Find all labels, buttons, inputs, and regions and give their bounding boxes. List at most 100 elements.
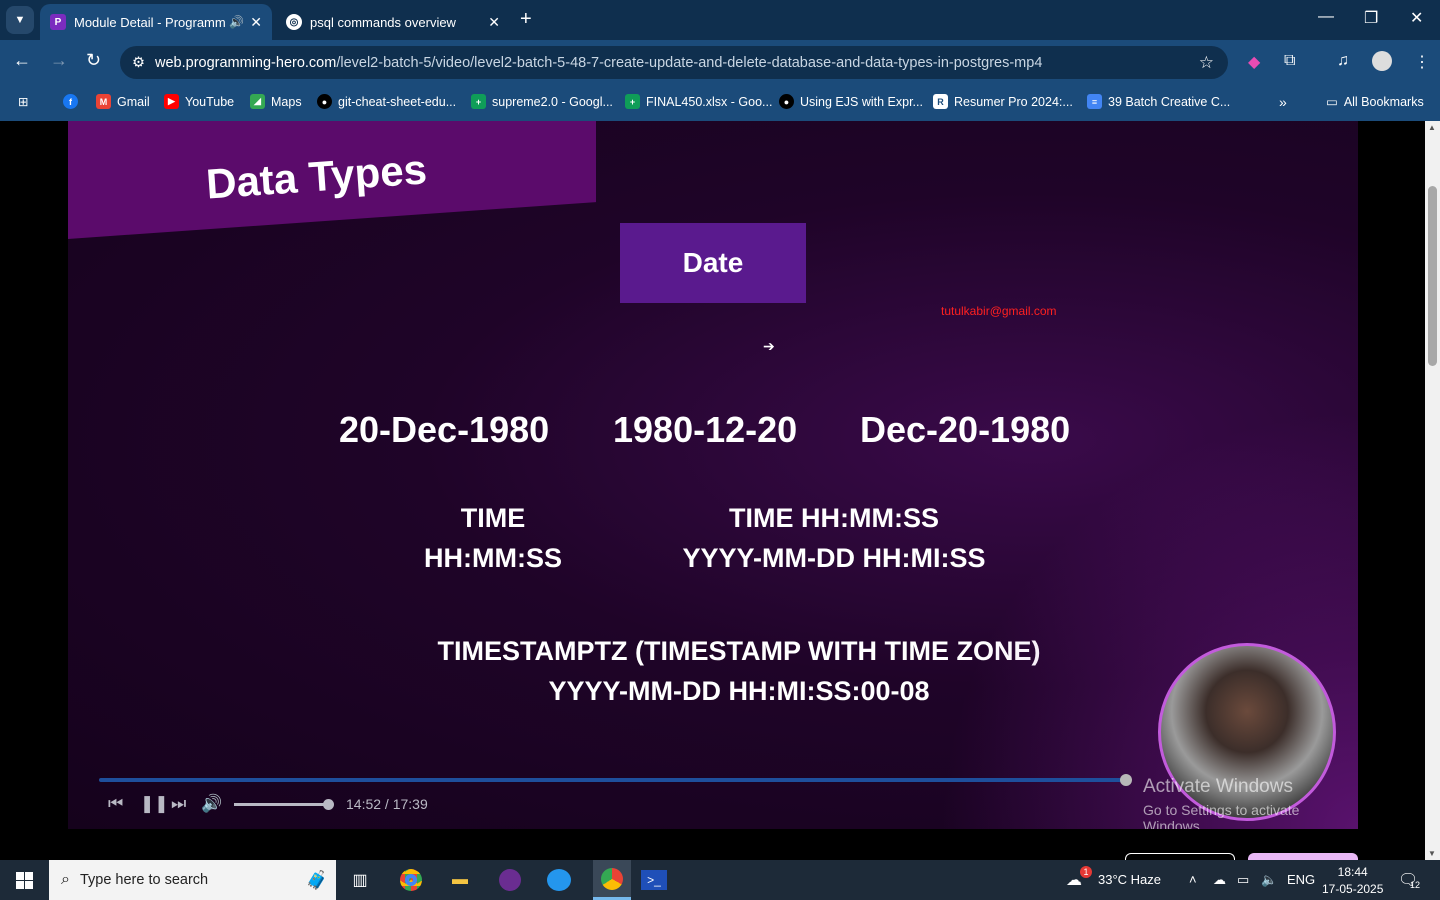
site-settings-icon[interactable]: ⚙ [132, 55, 145, 71]
bookmark-label: Resumer Pro 2024:... [954, 94, 1073, 109]
pause-icon[interactable]: ❚❚ [140, 794, 169, 814]
volume-icon[interactable]: 🔊 [201, 794, 222, 814]
next-icon[interactable]: ⏭ [171, 794, 186, 814]
clock-date: 17-05-2025 [1322, 882, 1384, 896]
extension-icon[interactable]: ◆ [1248, 52, 1260, 72]
bookmark-star-icon[interactable]: ☆ [1199, 53, 1214, 73]
page-button-outline[interactable] [1125, 853, 1235, 860]
puzzle-icon[interactable]: ⧉ [1284, 52, 1295, 70]
network-icon[interactable]: ▭ [1237, 872, 1249, 888]
onedrive-icon[interactable]: ☁ [1213, 872, 1226, 888]
close-tab-icon[interactable]: ✕ [250, 14, 262, 31]
apps-grid-icon[interactable]: ⊞ [18, 94, 28, 109]
facebook-icon[interactable]: f [63, 94, 84, 109]
windows-logo-icon [15, 871, 33, 889]
docker-icon[interactable] [545, 866, 573, 894]
weather-badge: 1 [1080, 866, 1092, 878]
tab-psql-commands[interactable]: ◎ psql commands overview ✕ [276, 4, 510, 40]
bookmark-39-batch[interactable]: ≡ 39 Batch Creative C... [1087, 94, 1230, 109]
address-bar[interactable]: ⚙ web.programming-hero.com/level2-batch-… [120, 46, 1228, 79]
app-icon[interactable] [496, 866, 524, 894]
chatgpt-icon: ◎ [286, 14, 302, 30]
youtube-icon: ▶ [164, 94, 179, 109]
github-icon: ● [317, 94, 332, 109]
taskbar-search[interactable]: ⌕ Type here to search 🧳 [49, 860, 336, 900]
volume-handle[interactable] [323, 799, 334, 810]
notification-count: 12 [1410, 880, 1421, 890]
more-menu-icon[interactable]: ⋮ [1414, 52, 1430, 72]
scrollbar-thumb[interactable] [1428, 186, 1437, 366]
bookmark-label: Gmail [117, 94, 150, 109]
close-window-icon[interactable]: ✕ [1410, 8, 1423, 28]
language-indicator[interactable]: ENG [1287, 872, 1315, 887]
search-icon: ⌕ [61, 871, 70, 888]
tab-strip: ▼ P Module Detail - Programmi 🔊 ✕ ◎ psql… [0, 0, 1440, 40]
activate-windows-subtitle: Go to Settings to activate Windows. [1143, 802, 1300, 829]
page-scrollbar[interactable]: ▲ ▼ [1425, 121, 1440, 860]
tab-title: psql commands overview [310, 14, 456, 30]
media-control-icon[interactable]: ♫ [1337, 52, 1349, 70]
video-progress-bar[interactable] [99, 774, 1133, 786]
url-path: /level2-batch-5/video/level2-batch-5-48-… [336, 54, 1043, 71]
resumer-icon: R [933, 94, 948, 109]
powershell-icon[interactable]: >_ [641, 870, 667, 890]
bookmark-youtube[interactable]: ▶ YouTube [164, 94, 234, 109]
sheets-icon: + [625, 94, 640, 109]
windows-start-button[interactable] [0, 860, 48, 900]
previous-icon[interactable]: ⏮ [108, 794, 123, 814]
clock-time: 18:44 [1337, 865, 1368, 879]
speaker-icon[interactable]: 🔈 [1261, 872, 1277, 888]
profile-avatar[interactable] [1372, 51, 1392, 71]
page-button-filled[interactable] [1248, 853, 1358, 860]
tab-module-detail[interactable]: P Module Detail - Programmi 🔊 ✕ [40, 4, 272, 40]
chrome-icon[interactable] [397, 866, 425, 894]
bookmark-gmail[interactable]: M Gmail [96, 94, 150, 109]
bookmark-git-cheat-sheet[interactable]: ● git-cheat-sheet-edu... [317, 94, 456, 109]
back-arrow-icon[interactable]: ← [13, 50, 31, 71]
time-format: HH:MM:SS [424, 543, 562, 573]
bookmark-label: YouTube [185, 94, 235, 109]
tab-search-button[interactable]: ▼ [6, 6, 34, 34]
minimize-icon[interactable]: — [1318, 8, 1334, 26]
search-highlight-icon: 🧳 [305, 869, 328, 890]
bookmark-label: Maps [271, 94, 302, 109]
bookmark-label: 39 Batch Creative C... [1108, 94, 1231, 109]
bookmark-maps[interactable]: ◢ Maps [250, 94, 302, 109]
bookmarks-bar: ⊞ f M Gmail ▶ YouTube ◢ Maps ● git-cheat-she… [0, 85, 1440, 121]
browser-toolbar: ← → ↻ ⚙ web.programming-hero.com/level2-… [0, 40, 1440, 85]
date-format-2: 1980-12-20 [613, 409, 798, 450]
video-player[interactable]: Data Types Date tutulkabir@gmail.com ➔ 2… [68, 121, 1358, 829]
url-host: web.programming-hero.com [155, 54, 337, 71]
all-bookmarks[interactable]: ▭ All Bookmarks [1326, 94, 1424, 110]
folder-icon: ▭ [1326, 95, 1338, 109]
gmail-icon: M [96, 94, 111, 109]
restore-icon[interactable]: ❐ [1364, 8, 1378, 28]
timestamp-label: TIME HH:MM:SS [729, 503, 939, 533]
github-icon: ● [779, 94, 794, 109]
progress-handle[interactable] [1120, 774, 1133, 786]
close-tab-icon[interactable]: ✕ [488, 14, 500, 31]
tab-title: Module Detail - Programmi [74, 14, 226, 30]
weather-text[interactable]: 33°C Haze [1098, 872, 1161, 887]
bookmark-ejs[interactable]: ● Using EJS with Expr... [779, 94, 923, 109]
chrome-active-icon[interactable] [593, 860, 631, 900]
bookmark-supreme[interactable]: + supreme2.0 - Googl... [471, 94, 613, 109]
new-tab-button[interactable]: + [520, 8, 532, 31]
audio-playing-icon[interactable]: 🔊 [229, 15, 244, 29]
overflow-chevron-icon[interactable]: » [1279, 94, 1287, 110]
bookmark-resumer[interactable]: R Resumer Pro 2024:... [933, 94, 1073, 109]
bookmark-label: FINAL450.xlsx - Goo... [646, 94, 773, 109]
file-explorer-icon[interactable]: ▬ [446, 866, 474, 894]
bookmark-label: supreme2.0 - Googl... [492, 94, 613, 109]
chevron-up-icon[interactable]: ˄ [1189, 872, 1197, 887]
scroll-up-icon[interactable]: ▲ [1428, 123, 1436, 132]
page-content: Data Types Date tutulkabir@gmail.com ➔ 2… [0, 121, 1425, 860]
taskbar-clock[interactable]: 18:44 17-05-2025 [1322, 864, 1383, 898]
scroll-down-icon[interactable]: ▼ [1428, 849, 1436, 858]
task-view-icon[interactable]: ▥ [346, 866, 374, 894]
volume-slider[interactable] [234, 799, 334, 810]
bookmark-final450[interactable]: + FINAL450.xlsx - Goo... [625, 94, 772, 109]
chevron-down-icon: ▼ [14, 14, 26, 26]
forward-arrow-icon[interactable]: → [50, 50, 68, 71]
reload-icon[interactable]: ↻ [86, 50, 101, 71]
